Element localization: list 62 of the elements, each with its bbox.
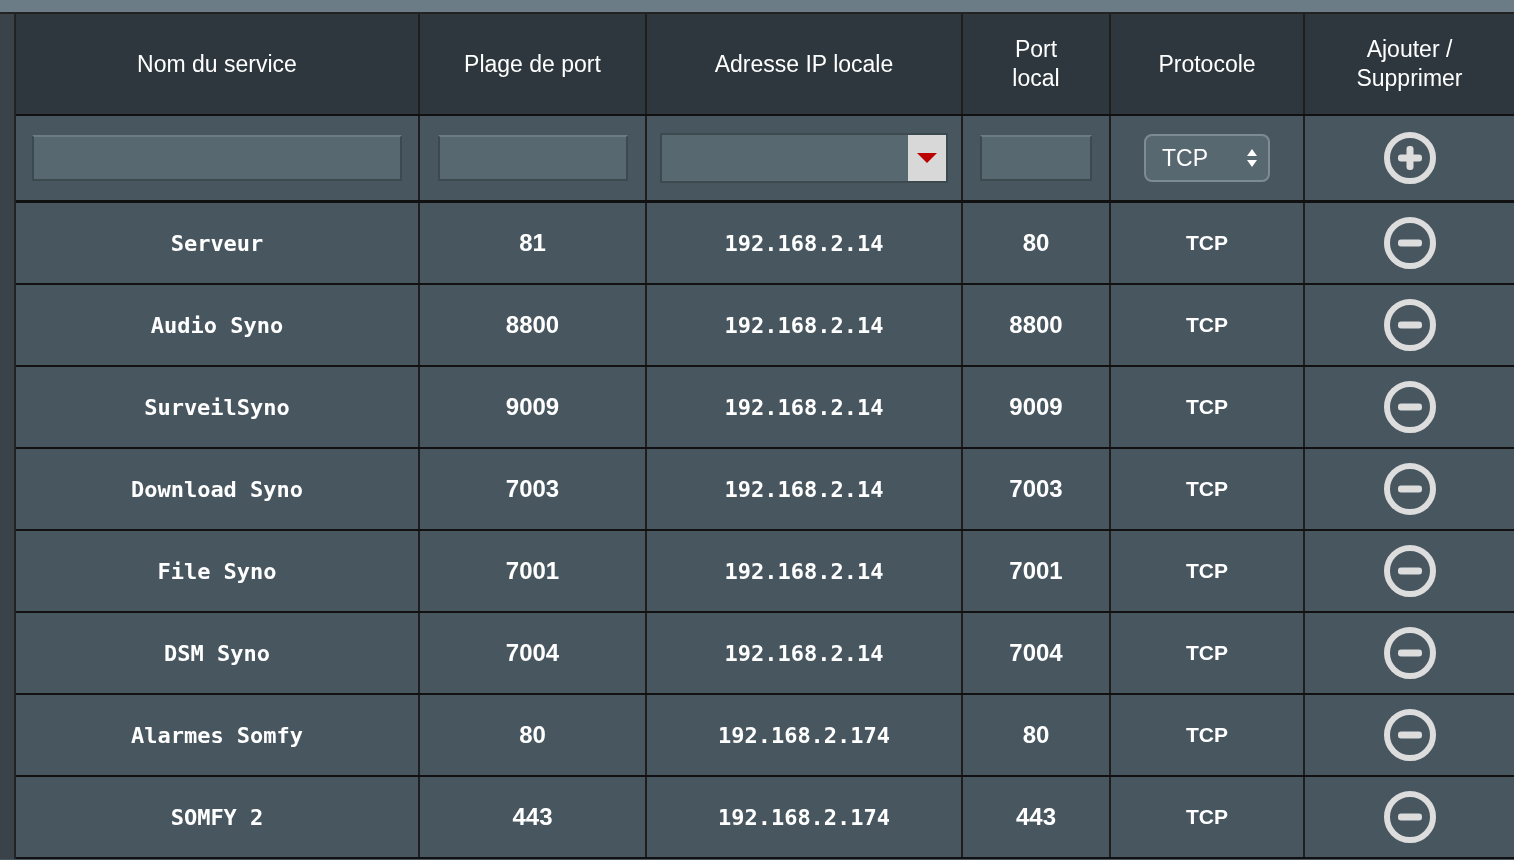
local-port-cell: 9009 bbox=[963, 367, 1111, 447]
protocol-cell: TCP bbox=[1111, 203, 1305, 283]
service-name-cell: SOMFY 2 bbox=[16, 777, 420, 857]
service-name-cell: SurveilSyno bbox=[16, 367, 420, 447]
service-name-cell: Audio Syno bbox=[16, 285, 420, 365]
local-port-cell: 80 bbox=[963, 695, 1111, 775]
local-port-cell: 80 bbox=[963, 203, 1111, 283]
remove-icon[interactable] bbox=[1382, 626, 1437, 680]
service-name-cell: Download Syno bbox=[16, 449, 420, 529]
column-header: Adresse IP locale bbox=[647, 14, 963, 114]
local-port-cell: 8800 bbox=[963, 285, 1111, 365]
local-ip-cell: 192.168.2.14 bbox=[647, 449, 963, 529]
local-port-cell: 7003 bbox=[963, 449, 1111, 529]
add-icon[interactable] bbox=[1382, 131, 1437, 185]
port-range-cell: 7001 bbox=[420, 531, 647, 611]
service-name-field[interactable] bbox=[32, 135, 402, 181]
protocol-cell: TCP bbox=[1111, 531, 1305, 611]
column-header: Protocole bbox=[1111, 14, 1305, 114]
local-ip-cell: 192.168.2.14 bbox=[647, 367, 963, 447]
local-ip-cell: 192.168.2.14 bbox=[647, 613, 963, 693]
port-range-cell: 443 bbox=[420, 777, 647, 857]
port-range-cell: 7004 bbox=[420, 613, 647, 693]
service-name-cell: File Syno bbox=[16, 531, 420, 611]
local-ip-cell: 192.168.2.174 bbox=[647, 777, 963, 857]
protocol-cell: TCP bbox=[1111, 777, 1305, 857]
service-name-cell: Alarmes Somfy bbox=[16, 695, 420, 775]
column-header: Port local bbox=[963, 14, 1111, 114]
remove-icon[interactable] bbox=[1382, 790, 1437, 844]
column-header: Plage de port bbox=[420, 14, 647, 114]
protocol-cell: TCP bbox=[1111, 695, 1305, 775]
port-range-cell: 7003 bbox=[420, 449, 647, 529]
remove-icon[interactable] bbox=[1382, 544, 1437, 598]
local-ip-cell: 192.168.2.14 bbox=[647, 203, 963, 283]
spinner-arrows-icon bbox=[1246, 148, 1258, 168]
column-header: Nom du service bbox=[16, 14, 420, 114]
service-name-cell: DSM Syno bbox=[16, 613, 420, 693]
remove-icon[interactable] bbox=[1382, 708, 1437, 762]
local-ip-combobox[interactable] bbox=[660, 133, 948, 183]
remove-icon[interactable] bbox=[1382, 462, 1437, 516]
dropdown-caret-icon bbox=[917, 153, 937, 163]
column-header: Ajouter / Supprimer bbox=[1355, 35, 1464, 93]
remove-icon[interactable] bbox=[1382, 380, 1437, 434]
local-port-cell: 7001 bbox=[963, 531, 1111, 611]
local-port-cell: 443 bbox=[963, 777, 1111, 857]
port-range-cell: 8800 bbox=[420, 285, 647, 365]
protocol-cell: TCP bbox=[1111, 613, 1305, 693]
protocol-cell: TCP bbox=[1111, 449, 1305, 529]
remove-icon[interactable] bbox=[1382, 216, 1437, 270]
service-name-cell: Serveur bbox=[16, 203, 420, 283]
port-range-field[interactable] bbox=[437, 135, 628, 181]
protocol-cell: TCP bbox=[1111, 285, 1305, 365]
local-ip-cell: 192.168.2.14 bbox=[647, 285, 963, 365]
local-port-cell: 7004 bbox=[963, 613, 1111, 693]
protocol-cell: TCP bbox=[1111, 367, 1305, 447]
port-range-cell: 80 bbox=[420, 695, 647, 775]
port-range-cell: 9009 bbox=[420, 367, 647, 447]
remove-icon[interactable] bbox=[1382, 298, 1437, 352]
protocol-select[interactable]: TCP bbox=[1144, 134, 1270, 182]
local-port-field[interactable] bbox=[980, 135, 1092, 181]
local-ip-cell: 192.168.2.174 bbox=[647, 695, 963, 775]
local-ip-cell: 192.168.2.14 bbox=[647, 531, 963, 611]
port-range-cell: 81 bbox=[420, 203, 647, 283]
